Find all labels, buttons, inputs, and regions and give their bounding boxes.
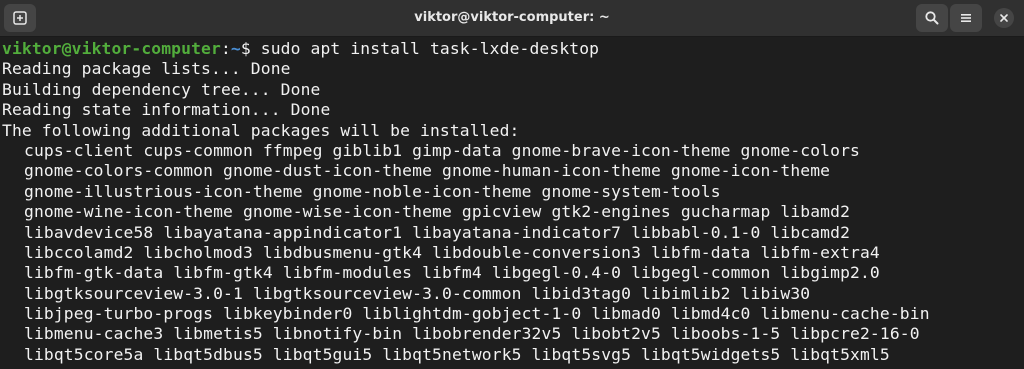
hamburger-menu-icon [961,14,971,22]
window-title: viktor@viktor-computer: ~ [414,10,610,25]
search-icon [925,11,939,25]
prompt-line: viktor@viktor-computer:~$ sudo apt insta… [2,39,1024,59]
package-list-line: libfm-gtk-data libfm-gtk4 libfm-modules … [24,263,880,283]
menu-button[interactable] [950,4,982,32]
output-line: Building dependency tree... Done [2,79,321,99]
search-button[interactable] [916,4,948,32]
prompt-symbol: $ [240,39,261,58]
prompt-separator: : [220,39,231,58]
package-list-line: libgtksourceview-3.0-1 libgtksourceview-… [24,283,811,303]
terminal-window: viktor@viktor-computer: ~ viktor@viktor-… [0,0,1024,369]
close-icon [1000,14,1008,22]
prompt-user-host: viktor@viktor-computer [2,39,221,58]
terminal-output[interactable]: viktor@viktor-computer:~$ sudo apt insta… [0,37,1024,369]
output-line: Reading state information... Done [2,100,331,120]
package-list-line: cups-client cups-common ffmpeg giblib1 g… [24,140,860,160]
package-list-line: gnome-colors-common gnome-dust-icon-them… [24,161,831,181]
package-list-line: libccolamd2 libcholmod3 libdbusmenu-gtk4… [24,242,880,262]
close-button[interactable] [994,8,1014,28]
package-list-line: libqt5core5a libqt5dbus5 libqt5gui5 libq… [24,344,890,364]
title-bar: viktor@viktor-computer: ~ [0,0,1024,37]
package-list-line: gnome-wine-icon-theme gnome-wise-icon-th… [24,202,851,222]
command-text: sudo apt install task-lxde-desktop [260,39,600,58]
prompt-path: ~ [230,39,241,58]
package-list-line: libmenu-cache3 libmetis5 libnotify-bin l… [24,324,920,344]
package-list-line: libavdevice58 libayatana-appindicator1 l… [24,222,851,242]
package-list-line: gnome-illustrious-icon-theme gnome-noble… [24,181,721,201]
package-list-line: libjpeg-turbo-progs libkeybinder0 liblig… [24,304,930,324]
output-line: The following additional packages will b… [2,120,520,140]
output-line: Reading package lists... Done [2,59,291,79]
